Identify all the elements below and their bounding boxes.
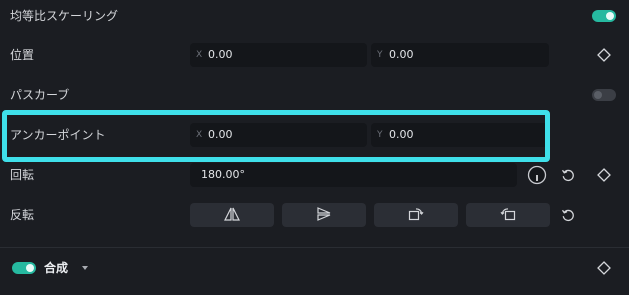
toggle-knob [594, 91, 602, 99]
axis-y-label: Y [377, 130, 383, 140]
rotation-value: 180.00° [201, 168, 245, 181]
anchor-y-field[interactable]: Y 0.00 [371, 123, 549, 147]
rotate-left-button[interactable] [466, 203, 550, 227]
flip-horizontal-icon [224, 206, 240, 225]
flip-vertical-button[interactable] [282, 203, 366, 227]
rotation-field[interactable]: 180.00° [190, 163, 517, 187]
diamond-icon[interactable] [596, 167, 612, 183]
composite-toggle[interactable] [12, 262, 36, 274]
composite-section-label: 合成 [44, 261, 69, 275]
position-y-value: 0.00 [389, 48, 414, 61]
flip-horizontal-button[interactable] [190, 203, 274, 227]
reset-icon[interactable] [560, 207, 576, 223]
anchor-x-field[interactable]: X 0.00 [190, 123, 367, 147]
anchor-x-value: 0.00 [208, 128, 233, 141]
toggle-knob [26, 264, 34, 272]
section-divider [0, 247, 629, 248]
rotate-right-button[interactable] [374, 203, 458, 227]
flip-vertical-icon [316, 206, 332, 225]
chevron-down-icon[interactable] [77, 260, 93, 276]
flip-label: 反転 [10, 208, 35, 222]
axis-x-label: X [196, 130, 203, 140]
position-x-field[interactable]: X 0.00 [190, 43, 367, 67]
anchor-y-value: 0.00 [389, 128, 414, 141]
rotation-label: 回転 [10, 168, 35, 182]
axis-y-label: Y [377, 50, 383, 60]
reset-icon[interactable] [560, 167, 576, 183]
axis-x-label: X [196, 50, 203, 60]
position-label: 位置 [10, 48, 35, 62]
diamond-icon[interactable] [596, 260, 612, 276]
anchor-point-label: アンカーポイント [10, 128, 106, 142]
uniform-scaling-label: 均等比スケーリング [10, 9, 119, 23]
rotate-right-icon [408, 206, 424, 225]
diamond-icon[interactable] [596, 47, 612, 63]
position-y-field[interactable]: Y 0.00 [371, 43, 549, 67]
rotation-dial-icon[interactable] [526, 164, 548, 186]
path-curve-toggle[interactable] [592, 89, 616, 101]
uniform-scaling-toggle[interactable] [592, 10, 616, 22]
position-x-value: 0.00 [208, 48, 233, 61]
rotate-left-icon [500, 206, 516, 225]
path-curve-label: パスカーブ [10, 88, 70, 102]
toggle-knob [606, 12, 614, 20]
